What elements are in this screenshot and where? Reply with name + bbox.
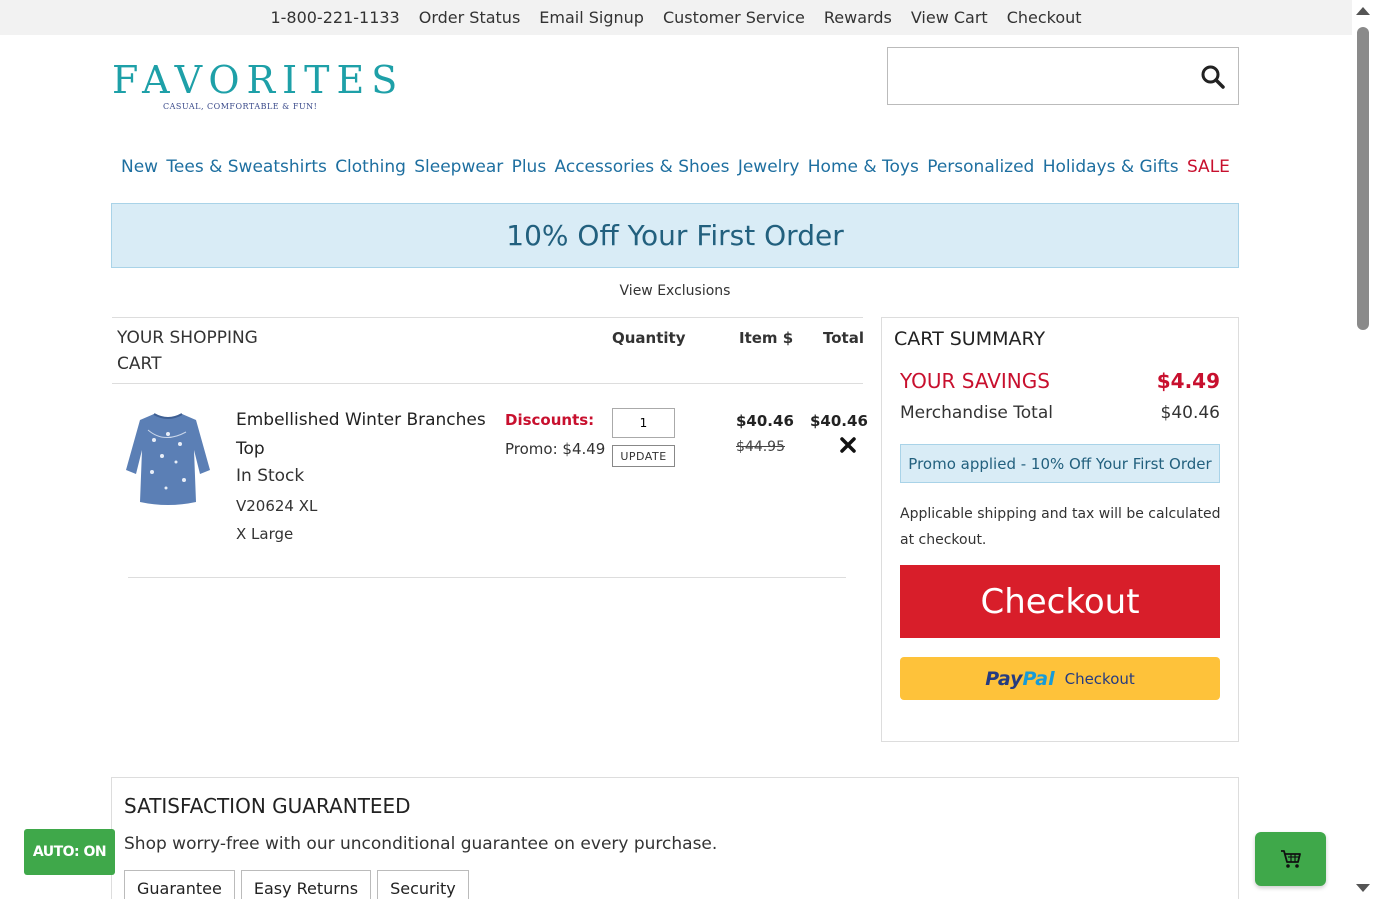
utility-bar: 1-800-221-1133 Order Status Email Signup… [0,0,1352,35]
product-size: X Large [236,525,294,543]
nav-plus[interactable]: Plus [512,157,547,181]
discounts-label: Discounts: [505,411,595,429]
summary-title: CART SUMMARY [894,328,1046,350]
shipping-note: Applicable shipping and tax will be calc… [900,506,1221,548]
nav-holidays-gifts[interactable]: Holidays & Gifts [1043,157,1179,181]
satisfaction-tabs: Guarantee Easy Returns Security [124,870,469,899]
tab-easy-returns[interactable]: Easy Returns [240,870,372,899]
cart-title: YOUR SHOPPING CART [117,328,258,374]
main-nav: New Tees & Sweatshirts Clothing Sleepwea… [112,157,1239,181]
paypal-checkout-label: Checkout [1064,669,1135,688]
cart-icon [1280,850,1301,868]
remove-icon[interactable] [839,436,857,454]
page-scrollbar[interactable] [1352,0,1373,899]
savings-label: YOUR SAVINGS [900,369,1050,393]
promo-applied-notice: Promo applied - 10% Off Your First Order [900,444,1220,483]
cart-fab-button[interactable] [1255,832,1326,886]
original-price: $44.95 [736,439,785,455]
nav-accessories-shoes[interactable]: Accessories & Shoes [555,157,730,181]
item-price: $40.46 [736,412,794,430]
scroll-up-icon[interactable] [1356,7,1370,15]
merchandise-total-value: $40.46 [1160,403,1220,423]
nav-new[interactable]: New [121,157,158,181]
checkout-button[interactable]: Checkout [900,565,1220,638]
promo-banner[interactable]: 10% Off Your First Order [111,203,1239,268]
search-icon[interactable] [1200,64,1226,90]
scroll-down-icon[interactable] [1356,884,1370,892]
customer-service-link[interactable]: Customer Service [663,8,805,27]
utility-checkout-link[interactable]: Checkout [1007,8,1082,27]
nav-clothing[interactable]: Clothing [335,157,406,181]
satisfaction-title: SATISFACTION GUARANTEED [124,794,411,818]
promo-applied-text: Promo applied - 10% Off Your First Order [908,454,1212,473]
nav-jewelry[interactable]: Jewelry [738,157,800,181]
update-button[interactable]: UPDATE [612,445,675,467]
nav-sleepwear[interactable]: Sleepwear [414,157,503,181]
promo-banner-text: 10% Off Your First Order [506,219,844,252]
product-name[interactable]: Embellished Winter Branches Top [236,406,486,464]
nav-personalized[interactable]: Personalized [927,157,1034,181]
page: 1-800-221-1133 Order Status Email Signup… [0,0,1373,899]
cart-header: YOUR SHOPPING CART Quantity Item $ Total [112,317,864,384]
scrollbar-thumb[interactable] [1357,27,1369,330]
satisfaction-section: SATISFACTION GUARANTEED Shop worry-free … [111,777,1239,899]
paypal-checkout-button[interactable]: PayPal Checkout [900,657,1220,700]
item-total: $40.46 [810,412,868,430]
satisfaction-text: Shop worry-free with our unconditional g… [124,834,718,854]
promo-discount: Promo: $4.49 [505,440,606,458]
checkout-button-label: Checkout [980,581,1140,622]
quantity-header: Quantity [612,329,686,347]
cart-item-row: Embellished Winter Branches Top In Stock… [112,384,868,578]
search-box [887,47,1239,105]
item-price-header: Item $ [739,329,794,347]
exclusions-wrapper: View Exclusions [0,283,1350,299]
merchandise-total-label: Merchandise Total [900,403,1053,423]
quantity-input[interactable] [612,408,675,438]
item-divider [128,577,846,578]
tab-guarantee[interactable]: Guarantee [124,870,235,899]
tab-security[interactable]: Security [377,870,469,899]
view-cart-link[interactable]: View Cart [911,8,988,27]
rewards-link[interactable]: Rewards [824,8,892,27]
nav-home-toys[interactable]: Home & Toys [808,157,919,181]
nav-sale[interactable]: SALE [1187,157,1230,181]
favorites-logo[interactable]: FAVORITES CASUAL, COMFORTABLE & FUN! [112,58,405,116]
view-exclusions-link[interactable]: View Exclusions [620,283,731,299]
logo-wordmark: FAVORITES [112,58,405,102]
order-status-link[interactable]: Order Status [419,8,521,27]
nav-tees-sweatshirts[interactable]: Tees & Sweatshirts [166,157,326,181]
total-header: Total [823,329,864,347]
paypal-logo: PayPal [985,667,1055,690]
savings-value: $4.49 [1156,369,1220,393]
search-input[interactable] [896,58,1186,94]
logo-tagline: CASUAL, COMFORTABLE & FUN! [163,102,318,111]
product-sku: V20624 XL [236,497,318,515]
stock-status: In Stock [236,466,305,486]
cart-summary: CART SUMMARY YOUR SAVINGS $4.49 Merchand… [881,317,1239,742]
product-image[interactable] [124,410,212,506]
phone-link[interactable]: 1-800-221-1133 [270,8,399,27]
auto-toggle-button[interactable]: AUTO: ON [24,829,115,875]
email-signup-link[interactable]: Email Signup [539,8,644,27]
